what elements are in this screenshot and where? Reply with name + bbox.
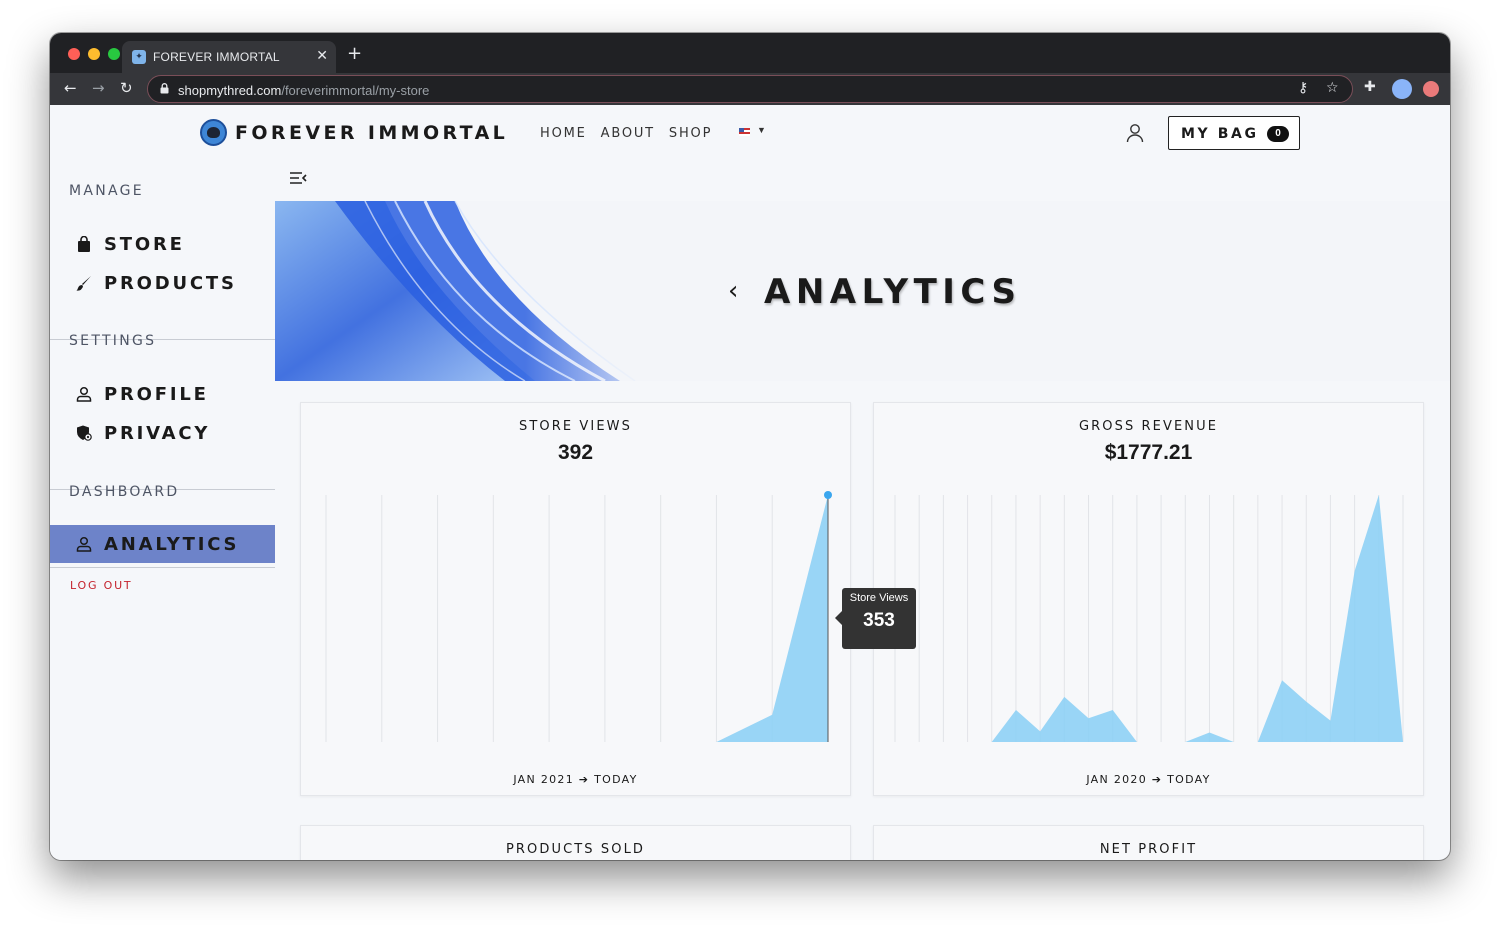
sidebar-item-store[interactable]: STORE [50,225,275,263]
sidebar-item-label: ANALYTICS [104,534,240,555]
back-chevron-icon[interactable]: ‹ [728,276,738,306]
new-tab-button[interactable]: + [347,43,362,64]
user-icon [76,536,92,552]
sidebar-item-profile[interactable]: PROFILE [50,375,275,413]
net-profit-card: NET PROFIT [873,825,1424,860]
browser-toolbar: ← → ↻ shopmythred.com/foreverimmortal/my… [50,73,1450,105]
date-range-label: JAN 2020 ➔ TODAY [1086,773,1211,786]
gross-revenue-card: GROSS REVENUE $1777.21 JAN 2020 ➔ TODAY [873,402,1424,796]
section-heading-settings: SETTINGS [69,333,157,349]
card-title: NET PROFIT [1099,842,1198,857]
sidebar-item-products[interactable]: PRODUCTS [50,264,275,302]
reload-icon[interactable]: ↻ [120,79,133,97]
bag-count-badge: 0 [1267,126,1289,142]
bag-icon [78,236,90,252]
brand-logo-icon[interactable] [200,119,227,146]
close-tab-icon[interactable]: ✕ [316,47,328,64]
nav-shop[interactable]: SHOP [669,126,712,141]
nav-about[interactable]: ABOUT [601,126,655,141]
us-flag-icon[interactable] [739,128,750,136]
store-views-card: STORE VIEWS 392 JAN 2021 ➔ TODAY [300,402,851,796]
brand-name[interactable]: FOREVER IMMORTAL [235,122,508,144]
url-path: /foreverimmortal/my-store [281,83,430,98]
sidebar-item-analytics[interactable]: ANALYTICS [50,525,275,563]
highlight-point [824,491,832,499]
close-window-button[interactable] [68,48,80,60]
shield-icon [77,425,92,441]
chart-tooltip: Store Views 353 [835,588,916,649]
series-area [895,495,1403,742]
series-area [326,495,828,742]
tab-strip: ✦ FOREVER IMMORTAL ✕ + [50,33,1450,73]
gross-revenue-chart[interactable] [874,403,1425,797]
bag-label: MY BAG [1181,126,1259,142]
forward-arrow-icon[interactable]: → [92,79,105,97]
collapse-sidebar-icon[interactable] [289,171,307,185]
brush-icon [76,276,91,291]
products-sold-card: PRODUCTS SOLD [300,825,851,860]
browser-window: ✦ FOREVER IMMORTAL ✕ + ← → ↻ shopmythred… [50,33,1450,860]
sidebar-item-label: PRIVACY [104,423,211,444]
hero-banner: ‹ ANALYTICS [275,201,1450,381]
tooltip-label: Store Views [849,592,909,604]
profile-avatar[interactable] [1392,79,1412,99]
store-views-chart[interactable] [301,403,852,797]
card-title: PRODUCTS SOLD [505,842,646,857]
my-bag-button[interactable]: MY BAG 0 [1168,116,1300,150]
sidebar: MANAGE STORE PRODUCTS SETTINGS PROFILE P… [50,161,275,860]
section-heading-manage: MANAGE [69,183,144,199]
nav-home[interactable]: HOME [540,126,587,141]
favicon-icon: ✦ [132,50,146,64]
sidebar-divider [50,567,275,568]
browser-tab[interactable]: ✦ FOREVER IMMORTAL ✕ [122,41,336,73]
main-nav: HOME ABOUT SHOP [540,126,712,141]
puzzle-icon[interactable]: ✚ [1364,79,1376,95]
back-arrow-icon[interactable]: ← [64,79,77,97]
user-icon [76,386,92,402]
key-icon[interactable]: ⚷ [1298,80,1308,96]
logout-link[interactable]: LOG OUT [70,579,132,592]
sidebar-item-label: STORE [104,234,185,255]
url-host: shopmythred.com [178,83,282,98]
section-heading-dashboard: DASHBOARD [69,484,180,500]
date-range-label: JAN 2021 ➔ TODAY [513,773,638,786]
sidebar-item-label: PRODUCTS [104,273,237,294]
page-title: ANALYTICS [764,272,1022,312]
minimize-window-button[interactable] [88,48,100,60]
tab-title: FOREVER IMMORTAL [153,50,280,64]
address-bar[interactable]: shopmythred.com/foreverimmortal/my-store… [147,75,1353,103]
sidebar-item-privacy[interactable]: PRIVACY [50,414,275,452]
extension-icon[interactable] [1423,81,1439,97]
window-controls [68,48,120,60]
maximize-window-button[interactable] [108,48,120,60]
lock-icon [160,83,169,94]
account-icon[interactable] [1126,123,1144,143]
star-icon[interactable]: ☆ [1326,80,1339,96]
sidebar-item-label: PROFILE [104,384,209,405]
url-text: shopmythred.com/foreverimmortal/my-store [178,83,429,98]
site-header: FOREVER IMMORTAL HOME ABOUT SHOP ▼ MY BA… [50,105,1450,161]
chevron-down-icon[interactable]: ▼ [757,125,766,135]
tooltip-value: 353 [863,610,895,631]
